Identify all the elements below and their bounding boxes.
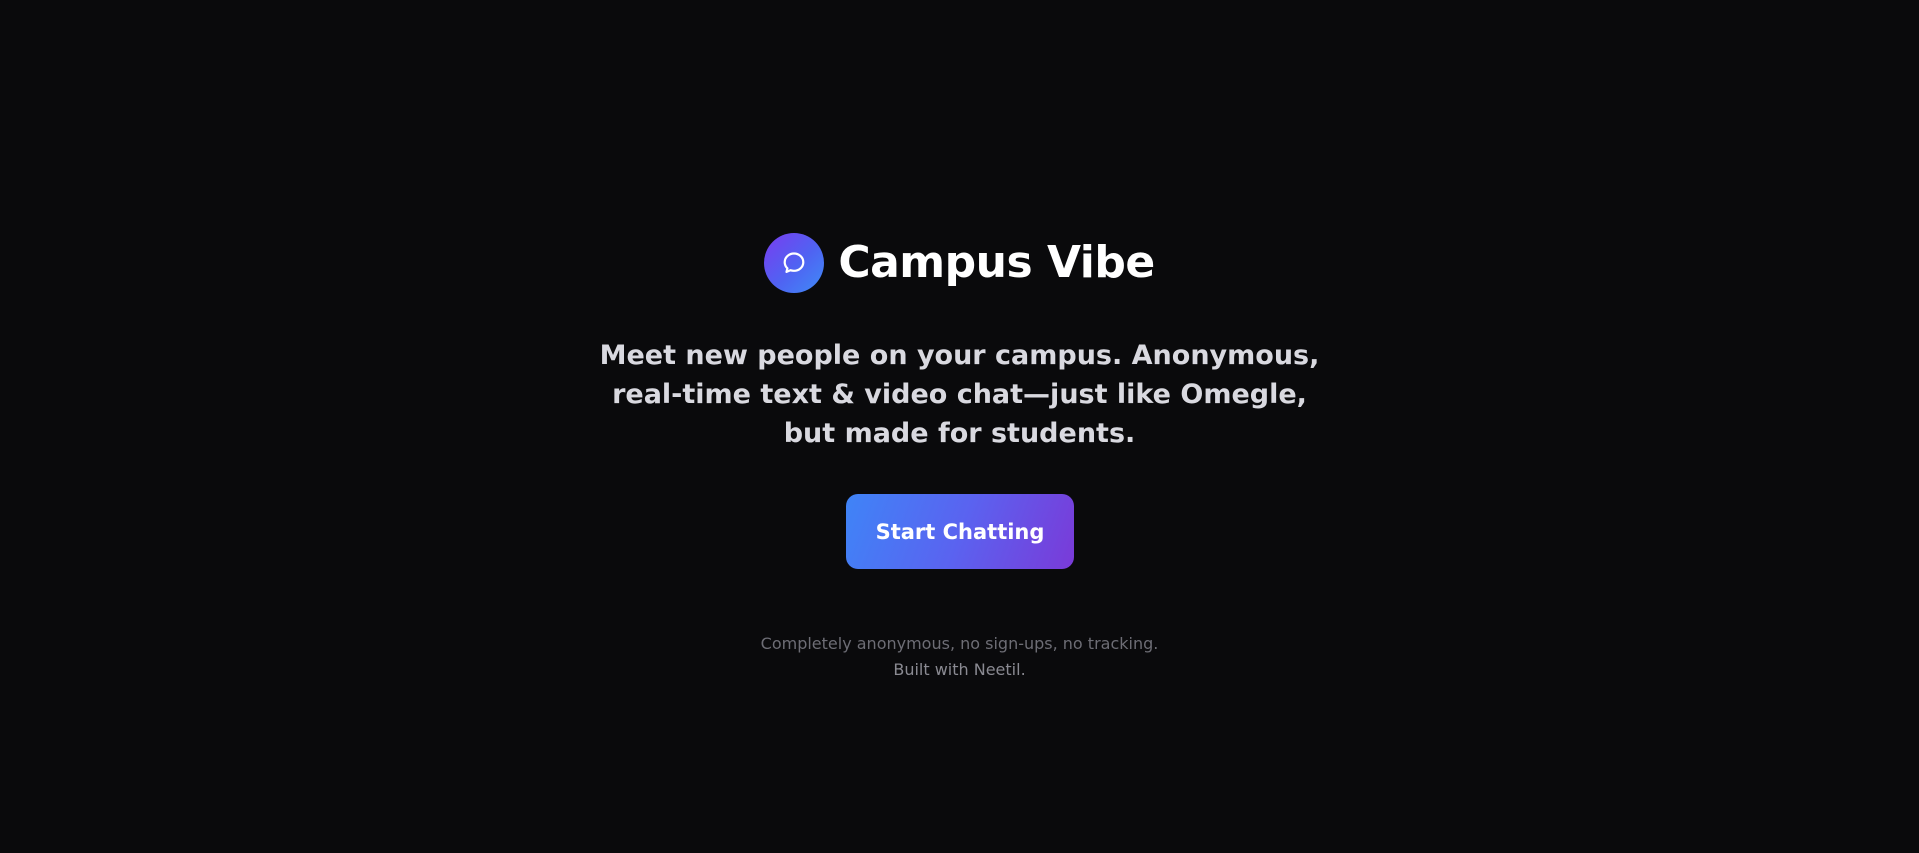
chat-bubble-icon <box>781 250 807 276</box>
footer-privacy-note: Completely anonymous, no sign-ups, no tr… <box>760 634 1159 653</box>
logo <box>764 233 825 293</box>
landing-page: Campus Vibe Meet new people on your camp… <box>0 0 1919 853</box>
app-title: Campus Vibe <box>838 237 1155 288</box>
brand-header: Campus Vibe <box>0 233 1919 293</box>
footer: Completely anonymous, no sign-ups, no tr… <box>0 631 1919 683</box>
start-chatting-button[interactable]: Start Chatting <box>846 494 1074 569</box>
footer-credit: Built with Neetil. <box>893 660 1026 679</box>
tagline: Meet new people on your campus. Anonymou… <box>599 340 1320 449</box>
